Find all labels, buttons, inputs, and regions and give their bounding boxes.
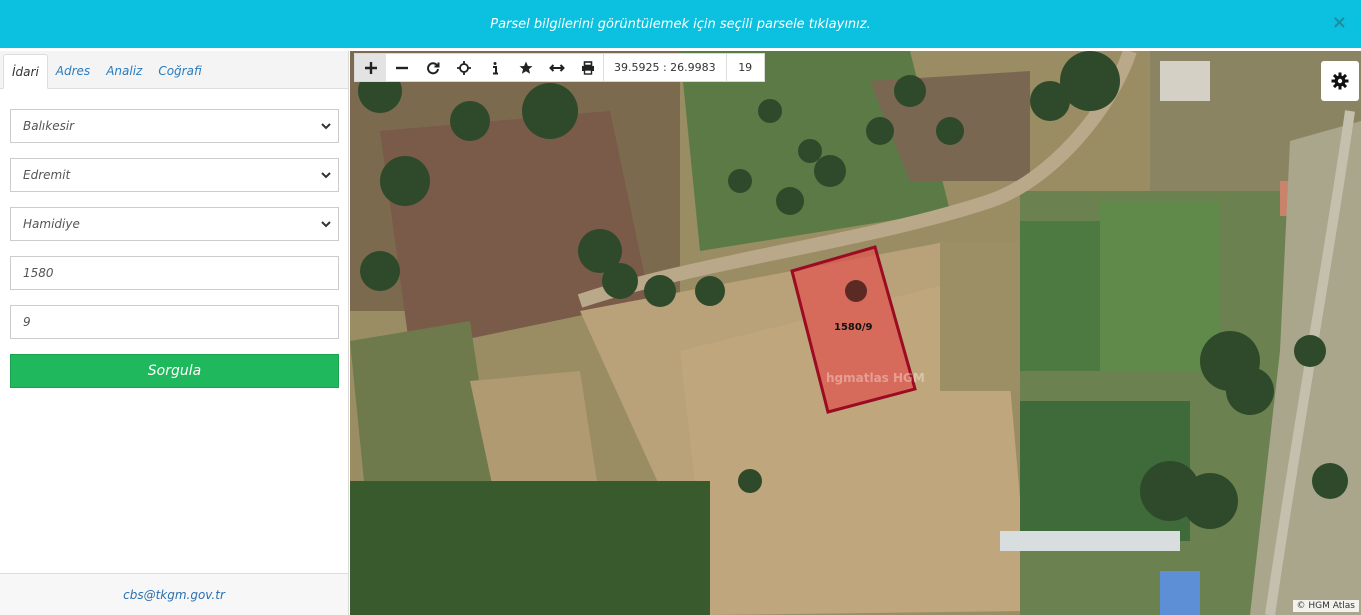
block-number-value: 1580: [23, 266, 54, 280]
satellite-imagery: [350, 51, 1361, 615]
parcel-number-input[interactable]: 9: [10, 305, 339, 339]
zoom-out-icon[interactable]: [386, 54, 417, 81]
refresh-icon[interactable]: [417, 54, 448, 81]
print-icon[interactable]: [572, 54, 603, 81]
map-view[interactable]: 1580/9 hgmatlas HGM 39.5925 : 26.9983 19: [350, 51, 1361, 615]
chevron-down-icon: [321, 221, 331, 228]
district-select[interactable]: Edremit: [10, 158, 339, 192]
tab-cografi[interactable]: Coğrafi: [150, 53, 209, 88]
banner-message: Parsel bilgilerini görüntülemek için seç…: [490, 16, 871, 32]
tab-analiz[interactable]: Analiz: [98, 53, 150, 88]
locate-icon[interactable]: [448, 54, 479, 81]
province-value: Balıkesir: [23, 119, 75, 133]
settings-button[interactable]: [1321, 61, 1359, 101]
footer: cbs@tkgm.gov.tr: [0, 573, 348, 615]
parcel-label[interactable]: 1580/9: [834, 322, 872, 333]
info-icon[interactable]: [479, 54, 510, 81]
gear-icon: [1331, 72, 1349, 90]
query-form: Balıkesir Edremit Hamidiye 1580 9 Sorgul…: [0, 89, 348, 388]
map-toolbar: 39.5925 : 26.9983 19: [354, 53, 765, 82]
tab-bar: İdari Adres Analiz Coğrafi: [0, 51, 348, 89]
close-icon[interactable]: ×: [1332, 12, 1347, 33]
contact-email-link[interactable]: cbs@tkgm.gov.tr: [123, 588, 225, 602]
neighborhood-select[interactable]: Hamidiye: [10, 207, 339, 241]
zoom-level: 19: [725, 54, 764, 81]
map-watermark: hgmatlas HGM: [826, 371, 925, 385]
neighborhood-value: Hamidiye: [23, 217, 80, 231]
parcel-number-value: 9: [23, 315, 31, 329]
query-button[interactable]: Sorgula: [10, 354, 339, 388]
notification-banner: Parsel bilgilerini görüntülemek için seç…: [0, 0, 1361, 48]
tab-adres[interactable]: Adres: [48, 53, 98, 88]
tab-idari[interactable]: İdari: [3, 54, 48, 89]
district-value: Edremit: [23, 168, 71, 182]
measure-icon[interactable]: [541, 54, 572, 81]
map-attribution[interactable]: © HGM Atlas: [1292, 600, 1359, 612]
province-select[interactable]: Balıkesir: [10, 109, 339, 143]
block-number-input[interactable]: 1580: [10, 256, 339, 290]
query-panel: İdari Adres Analiz Coğrafi Balıkesir Edr…: [0, 51, 349, 615]
chevron-down-icon: [321, 123, 331, 130]
chevron-down-icon: [321, 172, 331, 179]
star-icon[interactable]: [510, 54, 541, 81]
coordinate-readout: 39.5925 : 26.9983: [603, 54, 726, 81]
zoom-in-icon[interactable]: [355, 54, 386, 81]
